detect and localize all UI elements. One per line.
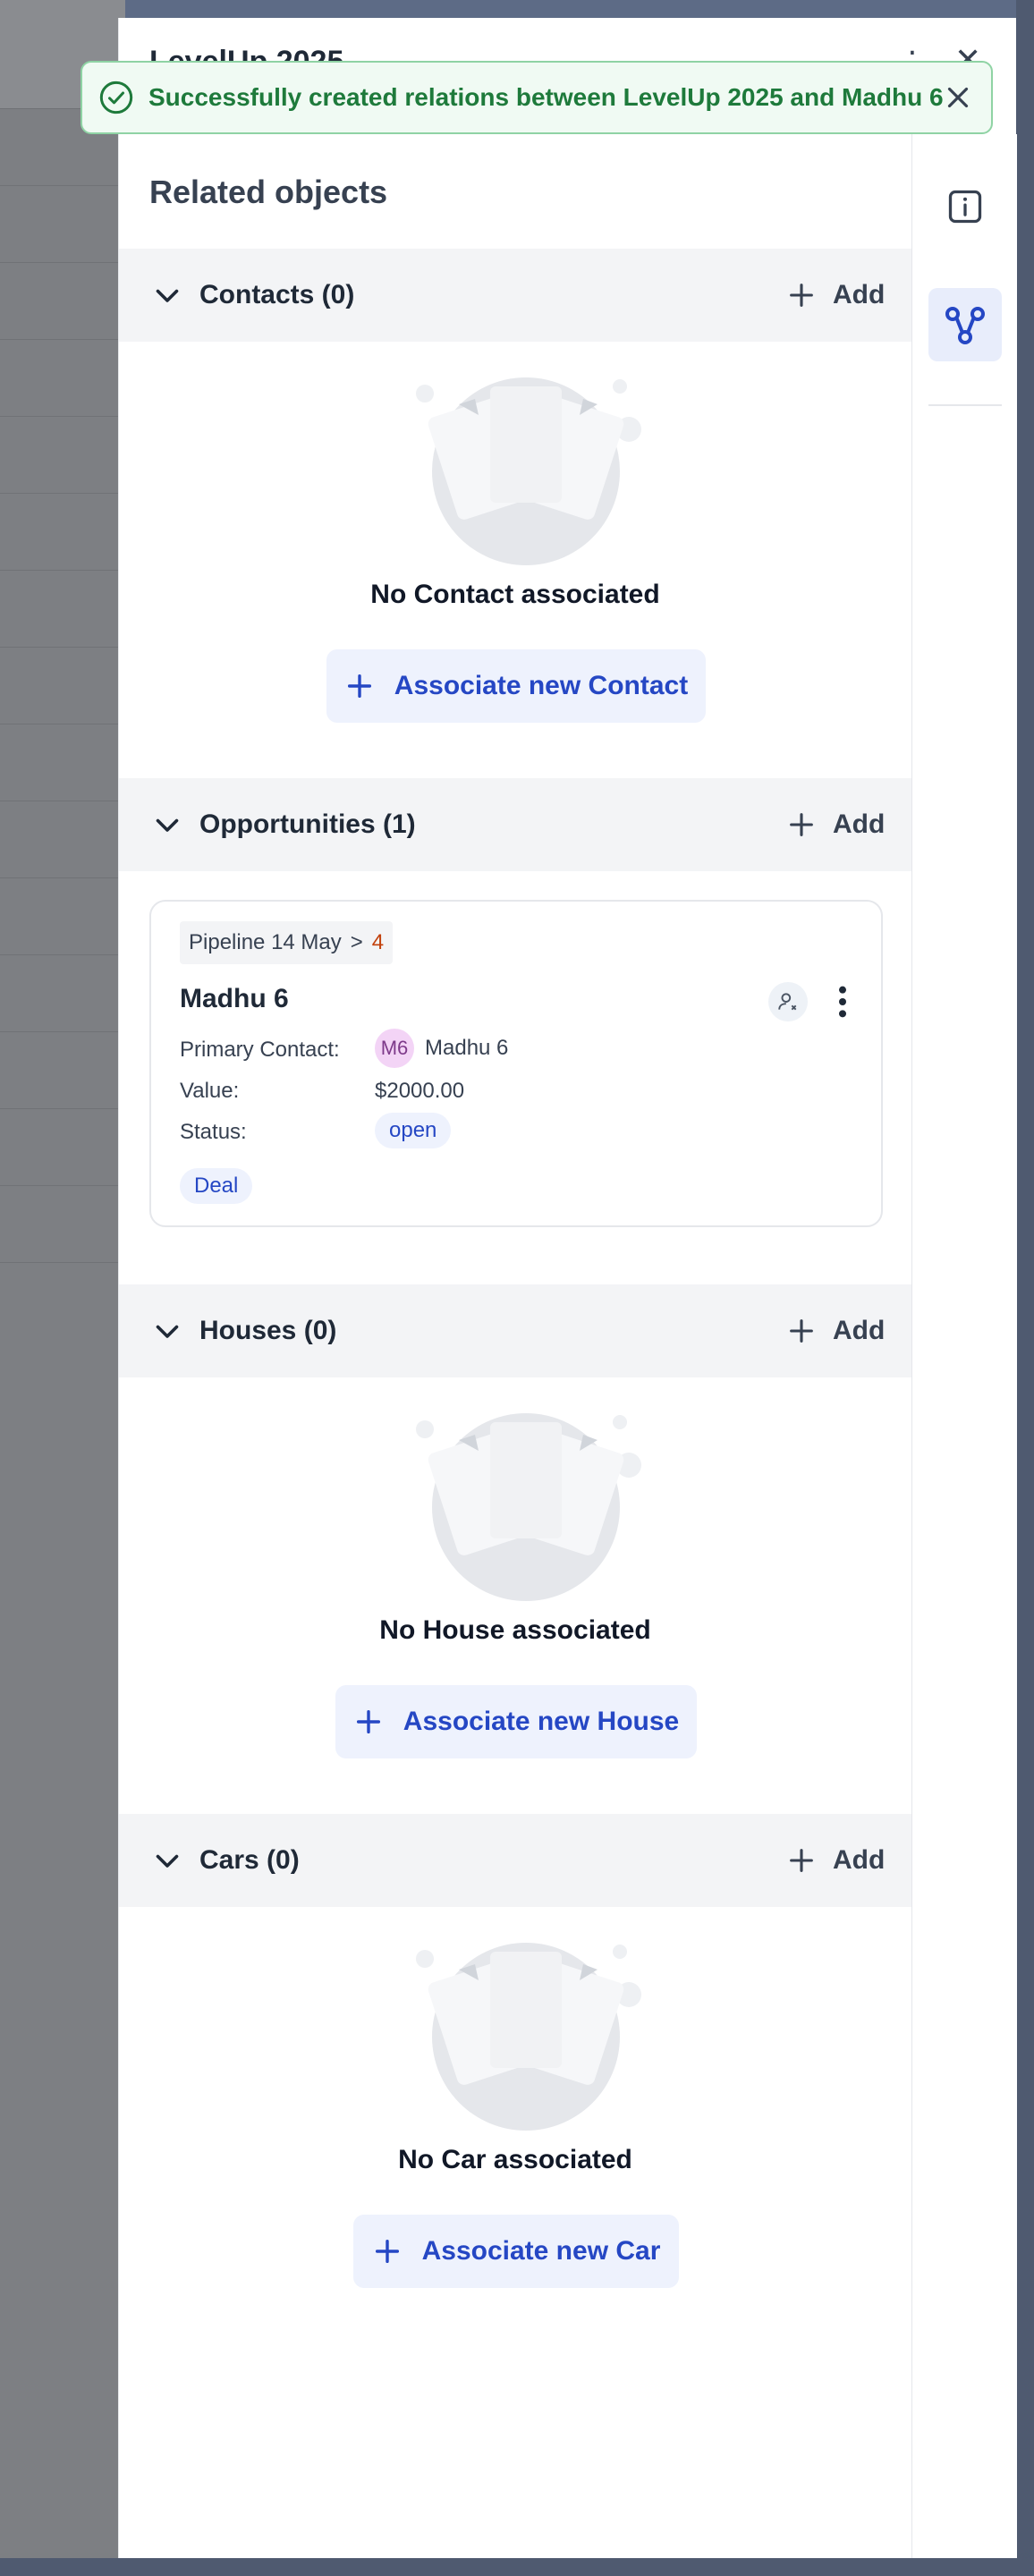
empty-state-illustration (416, 1413, 641, 1601)
opportunity-value: $2000.00 (375, 1079, 465, 1103)
background-row (0, 878, 125, 955)
details-tab-button[interactable] (928, 170, 1002, 243)
plus-icon (790, 1319, 813, 1343)
background-row (0, 801, 125, 878)
section-header-cars[interactable]: Cars (0) Add (119, 1814, 911, 1907)
relations-tab-button[interactable] (928, 288, 1002, 361)
plus-icon (356, 1709, 380, 1734)
status-badge: open (375, 1113, 452, 1148)
status-value: open (375, 1113, 452, 1148)
close-icon[interactable] (941, 80, 975, 119)
toast-message: Successfully created relations between L… (148, 83, 944, 111)
backdrop-bottom (0, 2558, 1034, 2576)
value-label: Value: (180, 1079, 240, 1103)
background-row (0, 263, 125, 340)
add-label: Add (833, 1845, 886, 1875)
add-contact-button[interactable]: Add (786, 275, 885, 315)
houses-empty-state: No House associated (119, 1404, 911, 1673)
avatar: M6 (375, 1029, 414, 1068)
background-row (0, 1109, 125, 1186)
primary-contact-label: Primary Contact: (180, 1038, 340, 1062)
add-house-button[interactable]: Add (786, 1311, 885, 1351)
associate-label: Associate new House (403, 1707, 680, 1736)
chevron-down-icon[interactable] (151, 1315, 183, 1352)
section-header-houses[interactable]: Houses (0) Add (119, 1284, 911, 1377)
chevron-down-icon[interactable] (151, 1844, 183, 1881)
related-objects-panel: Related objects Contacts (0) Add No Cont… (119, 134, 911, 2558)
add-label: Add (833, 280, 886, 309)
pipeline-stage: 4 (371, 930, 385, 954)
background-row (0, 186, 125, 263)
section-label: Cars (0) (199, 1845, 300, 1875)
check-circle-icon (99, 80, 133, 114)
background-row (0, 417, 125, 494)
opportunity-name[interactable]: Madhu 6 (180, 984, 289, 1014)
add-opportunity-button[interactable]: Add (786, 805, 885, 844)
section-header-contacts[interactable]: Contacts (0) Add (119, 249, 911, 342)
plus-icon (790, 813, 813, 836)
background-row (0, 1032, 125, 1109)
section-label: Houses (0) (199, 1316, 337, 1345)
associate-label: Associate new Car (421, 2236, 661, 2266)
background-row (0, 955, 125, 1032)
record-drawer: LevelUp 2025 ⋮ ✕ Related objects Contact… (118, 18, 1017, 2558)
empty-state-text: No Car associated (398, 2145, 632, 2174)
associate-label: Associate new Contact (394, 671, 689, 700)
user-remove-icon[interactable] (768, 982, 808, 1021)
info-icon (948, 190, 982, 224)
breadcrumb-separator: > (350, 930, 363, 954)
deal-tag: Deal (180, 1168, 253, 1204)
background-row (0, 648, 125, 724)
add-label: Add (833, 1316, 886, 1345)
pipeline-breadcrumb: Pipeline 14 May > 4 (180, 921, 394, 964)
associate-house-button[interactable]: Associate new House (335, 1685, 697, 1758)
background-row (0, 724, 125, 801)
background-row (0, 571, 125, 648)
plus-icon (347, 674, 371, 699)
opportunity-card[interactable]: Pipeline 14 May > 4 Madhu 6 Primary Cont… (149, 900, 883, 1227)
primary-contact-name: Madhu 6 (425, 1036, 509, 1060)
backdrop-right (1016, 0, 1034, 2576)
drawer-side-rail (911, 134, 1017, 2558)
add-label: Add (833, 809, 886, 839)
background-row (0, 494, 125, 571)
add-car-button[interactable]: Add (786, 1841, 885, 1880)
empty-state-text: No Contact associated (370, 580, 660, 609)
plus-icon (790, 1849, 813, 1872)
status-label: Status: (180, 1120, 247, 1144)
associate-car-button[interactable]: Associate new Car (353, 2215, 679, 2288)
chevron-down-icon[interactable] (151, 279, 183, 316)
background-list (0, 0, 125, 2558)
section-label: Contacts (0) (199, 280, 355, 309)
cars-empty-state: No Car associated (119, 1934, 911, 2202)
section-label: Opportunities (1) (199, 809, 416, 839)
success-toast: Successfully created relations between L… (81, 61, 993, 134)
background-row (0, 1186, 125, 1263)
empty-state-text: No House associated (379, 1615, 651, 1645)
contacts-empty-state: No Contact associated (119, 369, 911, 637)
section-header-opportunities[interactable]: Opportunities (1) Add (119, 778, 911, 871)
chevron-down-icon[interactable] (151, 809, 183, 845)
empty-state-illustration (416, 377, 641, 565)
empty-state-illustration (416, 1943, 641, 2131)
pipeline-name: Pipeline 14 May (189, 930, 342, 954)
more-vertical-icon[interactable] (829, 984, 856, 1024)
background-row (0, 340, 125, 417)
associate-contact-button[interactable]: Associate new Contact (326, 649, 706, 723)
primary-contact-value[interactable]: M6 Madhu 6 (375, 1029, 508, 1068)
rail-divider (928, 404, 1002, 406)
plus-icon (375, 2239, 399, 2264)
relations-icon (945, 307, 985, 344)
plus-icon (790, 284, 813, 307)
related-objects-title: Related objects (149, 174, 388, 210)
